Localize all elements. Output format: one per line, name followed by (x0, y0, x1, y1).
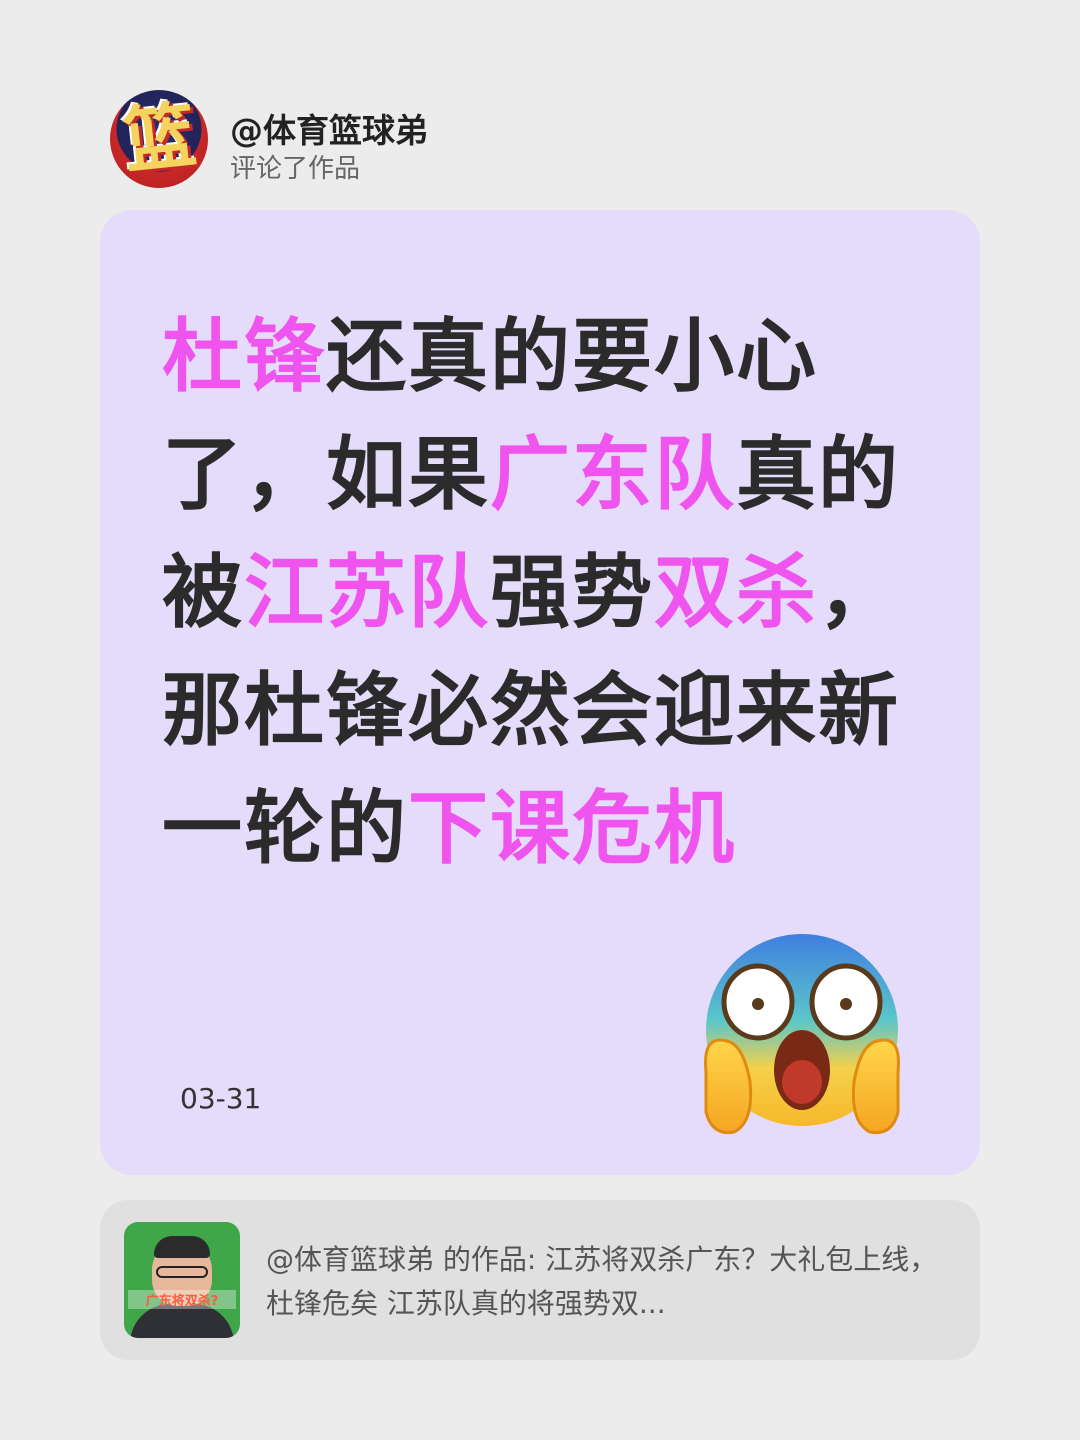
comment-segment: 广东队 (490, 428, 736, 521)
comment-segment: 双杀 (654, 546, 818, 639)
comment-segment: 江苏队 (244, 546, 490, 639)
face-screaming-in-fear-icon (704, 934, 900, 1135)
person-hair (154, 1236, 210, 1258)
video-thumbnail[interactable]: 广东将双杀? (124, 1222, 240, 1338)
comment-header: 篮 @体育篮球弟 评论了作品 (110, 90, 810, 190)
avatar-logo: 篮 (119, 92, 201, 184)
user-avatar[interactable]: 篮 (110, 90, 208, 188)
comment-text: 杜锋还真的要小心了，如果广东队真的被江苏队强势双杀，那杜锋必然会迎来新一轮的下课… (162, 298, 942, 888)
person-glasses (156, 1266, 208, 1278)
person-body (130, 1304, 234, 1338)
comment-card: 杜锋还真的要小心了，如果广东队真的被江苏队强势双杀，那杜锋必然会迎来新一轮的下课… (100, 210, 980, 1175)
comment-date: 03-31 (180, 1082, 262, 1115)
referenced-post[interactable]: 广东将双杀? @体育篮球弟 的作品: 江苏将双杀广东？大礼包上线，杜锋危矣 江苏… (100, 1200, 980, 1360)
referenced-post-text: @体育篮球弟 的作品: 江苏将双杀广东？大礼包上线，杜锋危矣 江苏队真的将强势双… (266, 1243, 938, 1320)
username[interactable]: @体育篮球弟 (230, 104, 428, 152)
comment-segment: 强势 (490, 546, 654, 639)
comment-segment: 下课危机 (408, 782, 736, 875)
thumbnail-caption: 广东将双杀? (128, 1290, 236, 1309)
comment-segment: 杜锋 (162, 310, 326, 403)
action-label: 评论了作品 (230, 154, 361, 184)
